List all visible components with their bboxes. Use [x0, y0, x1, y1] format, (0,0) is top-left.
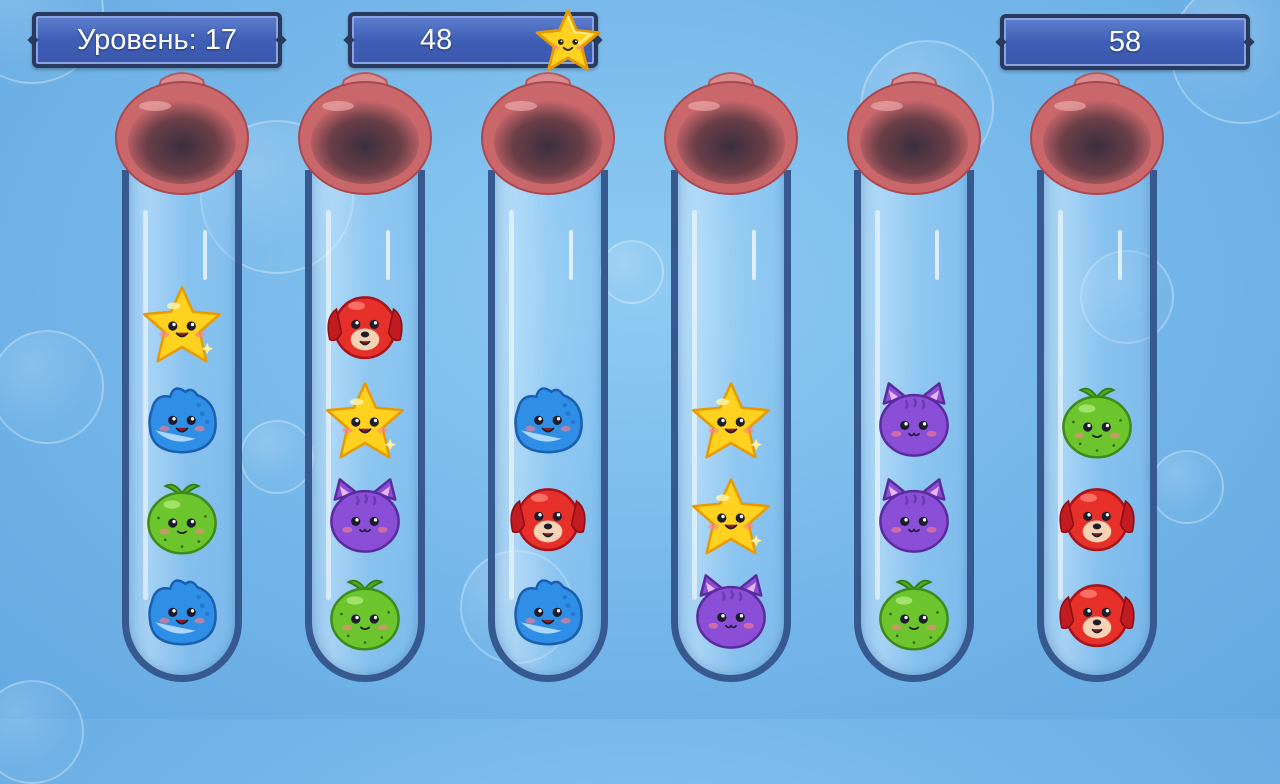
tube-cap [1030, 70, 1164, 196]
piece-green-cactus[interactable] [323, 572, 407, 656]
bg-bubble [0, 330, 104, 444]
piece-red-dog[interactable] [1055, 476, 1139, 560]
piece-red-dog[interactable] [1055, 572, 1139, 656]
tube-4[interactable] [664, 70, 798, 682]
bg-bubble [0, 680, 84, 784]
tube-5[interactable] [847, 70, 981, 682]
tube-3[interactable] [481, 70, 615, 682]
tube-1[interactable] [115, 70, 249, 682]
piece-purple-cat[interactable] [323, 476, 407, 560]
tube-cap [481, 70, 615, 196]
coins-count: 48 [420, 23, 453, 56]
piece-green-cactus[interactable] [140, 476, 224, 560]
piece-yellow-star[interactable] [689, 380, 773, 464]
tube-cap [664, 70, 798, 196]
piece-purple-cat[interactable] [872, 476, 956, 560]
tube-cap [847, 70, 981, 196]
moves-panel: 58 [1000, 14, 1250, 70]
piece-purple-cat[interactable] [872, 380, 956, 464]
piece-blue-fish[interactable] [506, 572, 590, 656]
piece-blue-fish[interactable] [506, 380, 590, 464]
piece-yellow-star[interactable] [323, 380, 407, 464]
piece-blue-fish[interactable] [140, 572, 224, 656]
piece-green-cactus[interactable] [1055, 380, 1139, 464]
tube-cap [115, 70, 249, 196]
piece-green-cactus[interactable] [872, 572, 956, 656]
piece-yellow-star[interactable] [689, 476, 773, 560]
piece-blue-fish[interactable] [140, 380, 224, 464]
star-icon [532, 6, 604, 78]
tube-cap [298, 70, 432, 196]
tube-2[interactable] [298, 70, 432, 682]
tube-6[interactable] [1030, 70, 1164, 682]
piece-red-dog[interactable] [323, 284, 407, 368]
level-panel: Уровень: 17 [32, 12, 282, 68]
piece-purple-cat[interactable] [689, 572, 773, 656]
level-label: Уровень: 17 [76, 23, 238, 56]
piece-yellow-star[interactable] [140, 284, 224, 368]
moves-count: 58 [1108, 25, 1142, 58]
piece-red-dog[interactable] [506, 476, 590, 560]
